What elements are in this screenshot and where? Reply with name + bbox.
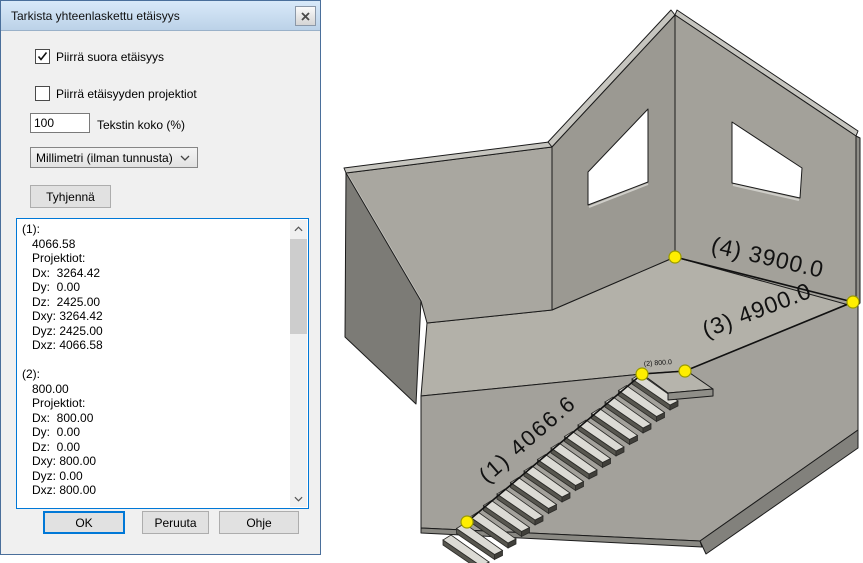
help-button-label: Ohje — [246, 516, 271, 530]
text-size-label: Tekstin koko (%) — [97, 118, 185, 132]
measure-point-4[interactable] — [847, 296, 859, 308]
text-size-input[interactable] — [30, 113, 90, 133]
unit-dropdown[interactable]: Millimetri (ilman tunnusta) — [30, 147, 198, 168]
checkbox-box[interactable] — [35, 86, 50, 101]
close-icon — [301, 12, 310, 21]
log-scrollbar[interactable] — [290, 220, 307, 507]
checkmark-icon — [36, 50, 49, 63]
ok-button[interactable]: OK — [43, 511, 125, 534]
clear-button[interactable]: Tyhjennä — [30, 185, 111, 208]
wall-side-edge — [856, 136, 860, 307]
measurement-log[interactable]: (1): 4066.58 Projektiot: Dx: 3264.42 Dy:… — [16, 218, 309, 509]
clear-button-label: Tyhjennä — [46, 190, 95, 204]
cancel-button-label: Peruuta — [154, 516, 196, 530]
chevron-down-icon — [294, 496, 303, 502]
app-screenshot: Tarkista yhteenlaskettu etäisyys Piirrä … — [0, 0, 863, 563]
scroll-down-button[interactable] — [290, 490, 307, 507]
checkbox-draw-distance-projections[interactable]: Piirrä etäisyyden projektiot — [35, 86, 197, 101]
ok-button-label: OK — [75, 516, 92, 530]
scrollbar-thumb[interactable] — [290, 239, 307, 334]
dialog-titlebar[interactable]: Tarkista yhteenlaskettu etäisyys — [1, 1, 320, 31]
model-viewport[interactable]: (1) 4066.6 (2) 800.0 (3) 4900.0 (4) 3900… — [330, 0, 863, 563]
measurement-log-text: (1): 4066.58 Projektiot: Dx: 3264.42 Dy:… — [22, 222, 288, 506]
chevron-down-icon — [180, 155, 197, 161]
checkbox-draw-straight-distance[interactable]: Piirrä suora etäisyys — [35, 49, 164, 64]
measure-point-2[interactable] — [636, 368, 648, 380]
cancel-button[interactable]: Peruuta — [142, 511, 209, 534]
checkbox-label: Piirrä suora etäisyys — [56, 50, 164, 64]
close-button[interactable] — [295, 6, 316, 26]
measure-point-1[interactable] — [461, 516, 473, 528]
measure-point-5[interactable] — [669, 251, 681, 263]
checkbox-box[interactable] — [35, 49, 50, 64]
measure-point-3[interactable] — [679, 365, 691, 377]
chevron-up-icon — [294, 226, 303, 232]
scroll-up-button[interactable] — [290, 220, 307, 237]
dialog-title: Tarkista yhteenlaskettu etäisyys — [1, 9, 180, 23]
checkbox-label: Piirrä etäisyyden projektiot — [56, 87, 197, 101]
unit-dropdown-value: Millimetri (ilman tunnusta) — [31, 151, 180, 165]
measure-dialog: Tarkista yhteenlaskettu etäisyys Piirrä … — [0, 0, 321, 555]
help-button[interactable]: Ohje — [219, 511, 299, 534]
